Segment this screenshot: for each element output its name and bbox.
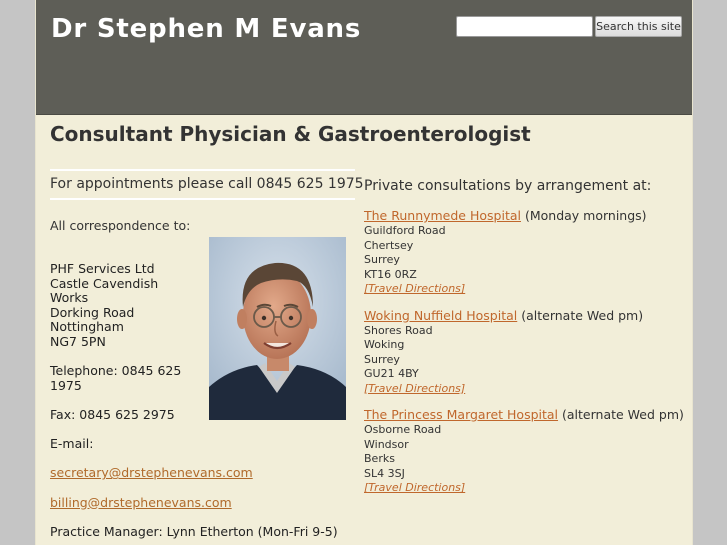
email-billing-link[interactable]: billing@drstephenevans.com [50, 495, 232, 510]
telephone-text: Telephone: 0845 625 1975 [50, 363, 182, 393]
travel-directions-link[interactable]: [Travel Directions] [364, 481, 684, 496]
address-line: GU21 4BY [364, 367, 419, 380]
hospital-link-princess-margaret[interactable]: The Princess Margaret Hospital [364, 407, 558, 422]
travel-directions-link[interactable]: [Travel Directions] [364, 282, 684, 297]
address-line: Windsor [364, 437, 409, 451]
address-line: Surrey [364, 253, 400, 266]
hospital-schedule: (Monday mornings) [524, 208, 647, 223]
travel-directions-link[interactable]: [Travel Directions] [364, 382, 684, 397]
address-line: Dorking Road [50, 304, 135, 320]
search-input[interactable] [456, 16, 593, 37]
contact-details: PHF Services Ltd Castle Cavendish Works … [50, 261, 338, 539]
address-line: Nottingham [50, 319, 124, 335]
hospital-entry: Woking Nuffield Hospital (alternate Wed … [364, 307, 684, 397]
address-line: Guildford Road [364, 224, 446, 237]
email-secretary-link[interactable]: secretary@drstephenevans.com [50, 465, 253, 481]
address-line: PHF Services Ltd [50, 261, 155, 276]
address-line: KT16 0RZ [364, 267, 417, 281]
hospital-link-runnymede[interactable]: The Runnymede Hospital [364, 208, 521, 223]
address-line: Surrey [364, 352, 400, 366]
hospital-schedule: (alternate Wed pm) [521, 307, 644, 323]
address-line: SL4 3SJ [364, 466, 405, 480]
hospital-schedule: (alternate Wed pm) [562, 407, 684, 422]
hospital-list: The Runnymede Hospital (Monday mornings)… [364, 207, 684, 506]
address-line: Berks [364, 452, 395, 465]
page-title: Consultant Physician & Gastroenterologis… [50, 122, 531, 146]
address-line: Woking [364, 338, 405, 351]
fax-text: Fax: 0845 625 2975 [50, 406, 175, 422]
address-line: Chertsey [364, 238, 414, 252]
doctor-photo [209, 237, 346, 420]
correspondence-label: All correspondence to: [50, 218, 191, 233]
address-line: NG7 5PN [50, 333, 106, 349]
hospital-entry: The Runnymede Hospital (Monday mornings)… [364, 207, 684, 297]
email-label: E-mail: [50, 436, 94, 452]
site-header: Dr Stephen M Evans Search this site [36, 0, 692, 115]
practice-manager-text: Practice Manager: Lynn Etherton (Mon-Fri… [50, 523, 338, 539]
address-line: Castle Cavendish Works [50, 275, 159, 306]
address-line: Shores Road [364, 323, 433, 337]
private-consultations-heading: Private consultations by arrangement at: [364, 178, 652, 194]
search-button[interactable]: Search this site [595, 16, 682, 37]
hospital-link-woking[interactable]: Woking Nuffield Hospital [364, 308, 517, 323]
doctor-portrait-image [209, 237, 346, 420]
appointments-banner: For appointments please call 0845 625 19… [50, 169, 364, 200]
site-title[interactable]: Dr Stephen M Evans [51, 14, 361, 44]
address-line: Osborne Road [364, 423, 442, 436]
page-container: Dr Stephen M Evans Search this site Cons… [35, 0, 693, 545]
hospital-entry: The Princess Margaret Hospital (alternat… [364, 406, 684, 496]
